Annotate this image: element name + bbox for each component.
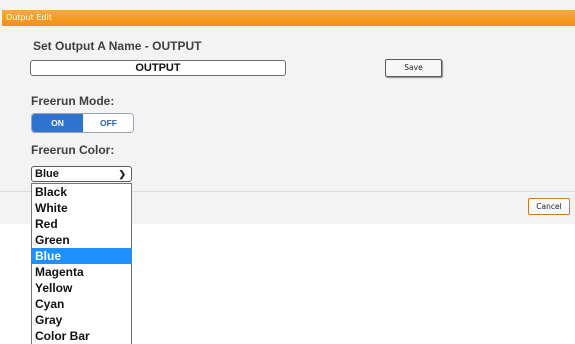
freerun-mode-label: Freerun Mode: <box>31 94 115 108</box>
output-name-input[interactable] <box>30 60 286 76</box>
output-name-label: Set Output A Name - OUTPUT <box>33 39 202 53</box>
color-option-blue[interactable]: Blue <box>32 248 131 264</box>
freerun-color-selected-value: Blue <box>35 168 59 180</box>
color-option-white[interactable]: White <box>32 200 131 216</box>
color-option-magenta[interactable]: Magenta <box>32 264 131 280</box>
dialog-title: Output Edit <box>2 10 575 26</box>
color-option-yellow[interactable]: Yellow <box>32 280 131 296</box>
freerun-mode-toggle: ON OFF <box>31 113 134 133</box>
color-option-color-bar[interactable]: Color Bar <box>32 328 131 344</box>
freerun-color-label: Freerun Color: <box>31 143 115 157</box>
save-button[interactable]: Save <box>385 59 442 77</box>
freerun-color-dropdown-list: Black White Red Green Blue Magenta Yello… <box>31 183 132 344</box>
freerun-off-option[interactable]: OFF <box>83 114 133 132</box>
cancel-button[interactable]: Cancel <box>528 198 570 215</box>
freerun-color-select[interactable]: Blue ❯ <box>31 166 132 182</box>
freerun-on-option[interactable]: ON <box>32 114 83 132</box>
color-option-green[interactable]: Green <box>32 232 131 248</box>
color-option-gray[interactable]: Gray <box>32 312 131 328</box>
chevron-down-icon: ❯ <box>118 169 126 179</box>
color-option-black[interactable]: Black <box>32 184 131 200</box>
color-option-red[interactable]: Red <box>32 216 131 232</box>
color-option-cyan[interactable]: Cyan <box>32 296 131 312</box>
